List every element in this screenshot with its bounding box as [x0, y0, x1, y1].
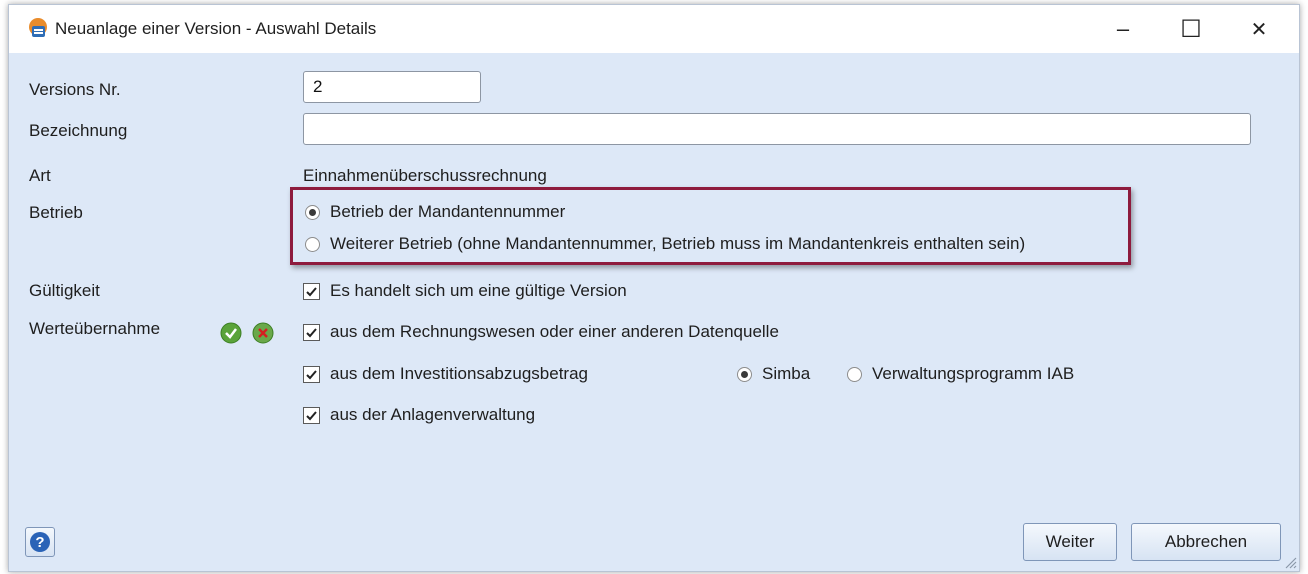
weiter-button[interactable]: Weiter	[1023, 523, 1117, 561]
checkbox-label: aus der Anlagenverwaltung	[330, 405, 536, 424]
checkbox-anlagenverwaltung[interactable]: aus der Anlagenverwaltung	[303, 405, 535, 425]
minimize-icon: –	[1116, 16, 1130, 41]
help-button[interactable]: ?	[25, 527, 55, 557]
radio-button	[847, 366, 862, 382]
maximize-button[interactable]: ☐	[1157, 5, 1225, 53]
radio-label: Verwaltungsprogramm IAB	[872, 364, 1075, 383]
check-icon	[306, 369, 317, 379]
checkbox-investitionsabzugsbetrag[interactable]: aus dem Investitionsabzugsbetrag	[303, 364, 588, 384]
bezeichnung-input[interactable]	[303, 113, 1251, 145]
maximize-icon: ☐	[1180, 15, 1202, 43]
version-label: Versions Nr.	[29, 80, 121, 99]
checkbox-label: Es handelt sich um eine gültige Version	[330, 281, 627, 300]
checkbox-rechnungswesen[interactable]: aus dem Rechnungswesen oder einer andere…	[303, 322, 779, 342]
checkbox	[303, 323, 320, 341]
check-icon	[306, 410, 317, 420]
check-icon	[306, 327, 317, 337]
radio-button	[737, 366, 752, 382]
radio-verwaltungsprogramm-iab[interactable]: Verwaltungsprogramm IAB	[847, 364, 1074, 384]
select-all-icon[interactable]	[220, 322, 242, 344]
checkbox-gueltige-version[interactable]: Es handelt sich um eine gültige Version	[303, 281, 627, 301]
help-icon: ?	[30, 532, 50, 552]
dialog-window: Neuanlage einer Version - Auswahl Detail…	[8, 4, 1300, 572]
close-button[interactable]: ✕	[1225, 5, 1293, 53]
betrieb-label: Betrieb	[29, 203, 83, 222]
version-input[interactable]	[303, 71, 481, 103]
app-icon	[27, 17, 49, 39]
checkbox	[303, 406, 320, 424]
radio-simba[interactable]: Simba	[737, 364, 810, 384]
checkbox-label: aus dem Investitionsabzugsbetrag	[330, 364, 588, 383]
abbrechen-button[interactable]: Abbrechen	[1131, 523, 1281, 561]
window-title: Neuanlage einer Version - Auswahl Detail…	[55, 19, 377, 38]
bezeichnung-label: Bezeichnung	[29, 121, 128, 140]
close-icon: ✕	[1250, 18, 1268, 41]
checkbox	[303, 365, 320, 383]
title-bar: Neuanlage einer Version - Auswahl Detail…	[9, 5, 1299, 53]
dialog-content: Versions Nr. Bezeichnung Art Einnahmenüb…	[9, 53, 1299, 571]
highlight-box	[290, 187, 1131, 265]
check-icon	[306, 286, 317, 296]
checkbox	[303, 282, 320, 300]
svg-text:?: ?	[35, 534, 44, 551]
checkbox-label: aus dem Rechnungswesen oder einer andere…	[330, 322, 779, 341]
deselect-all-icon[interactable]	[252, 322, 274, 344]
radio-label: Simba	[762, 364, 811, 383]
art-label: Art	[29, 166, 51, 185]
minimize-button[interactable]: –	[1089, 5, 1157, 53]
resize-grip-icon[interactable]	[1281, 553, 1297, 569]
art-value: Einnahmenüberschussrechnung	[303, 166, 547, 185]
